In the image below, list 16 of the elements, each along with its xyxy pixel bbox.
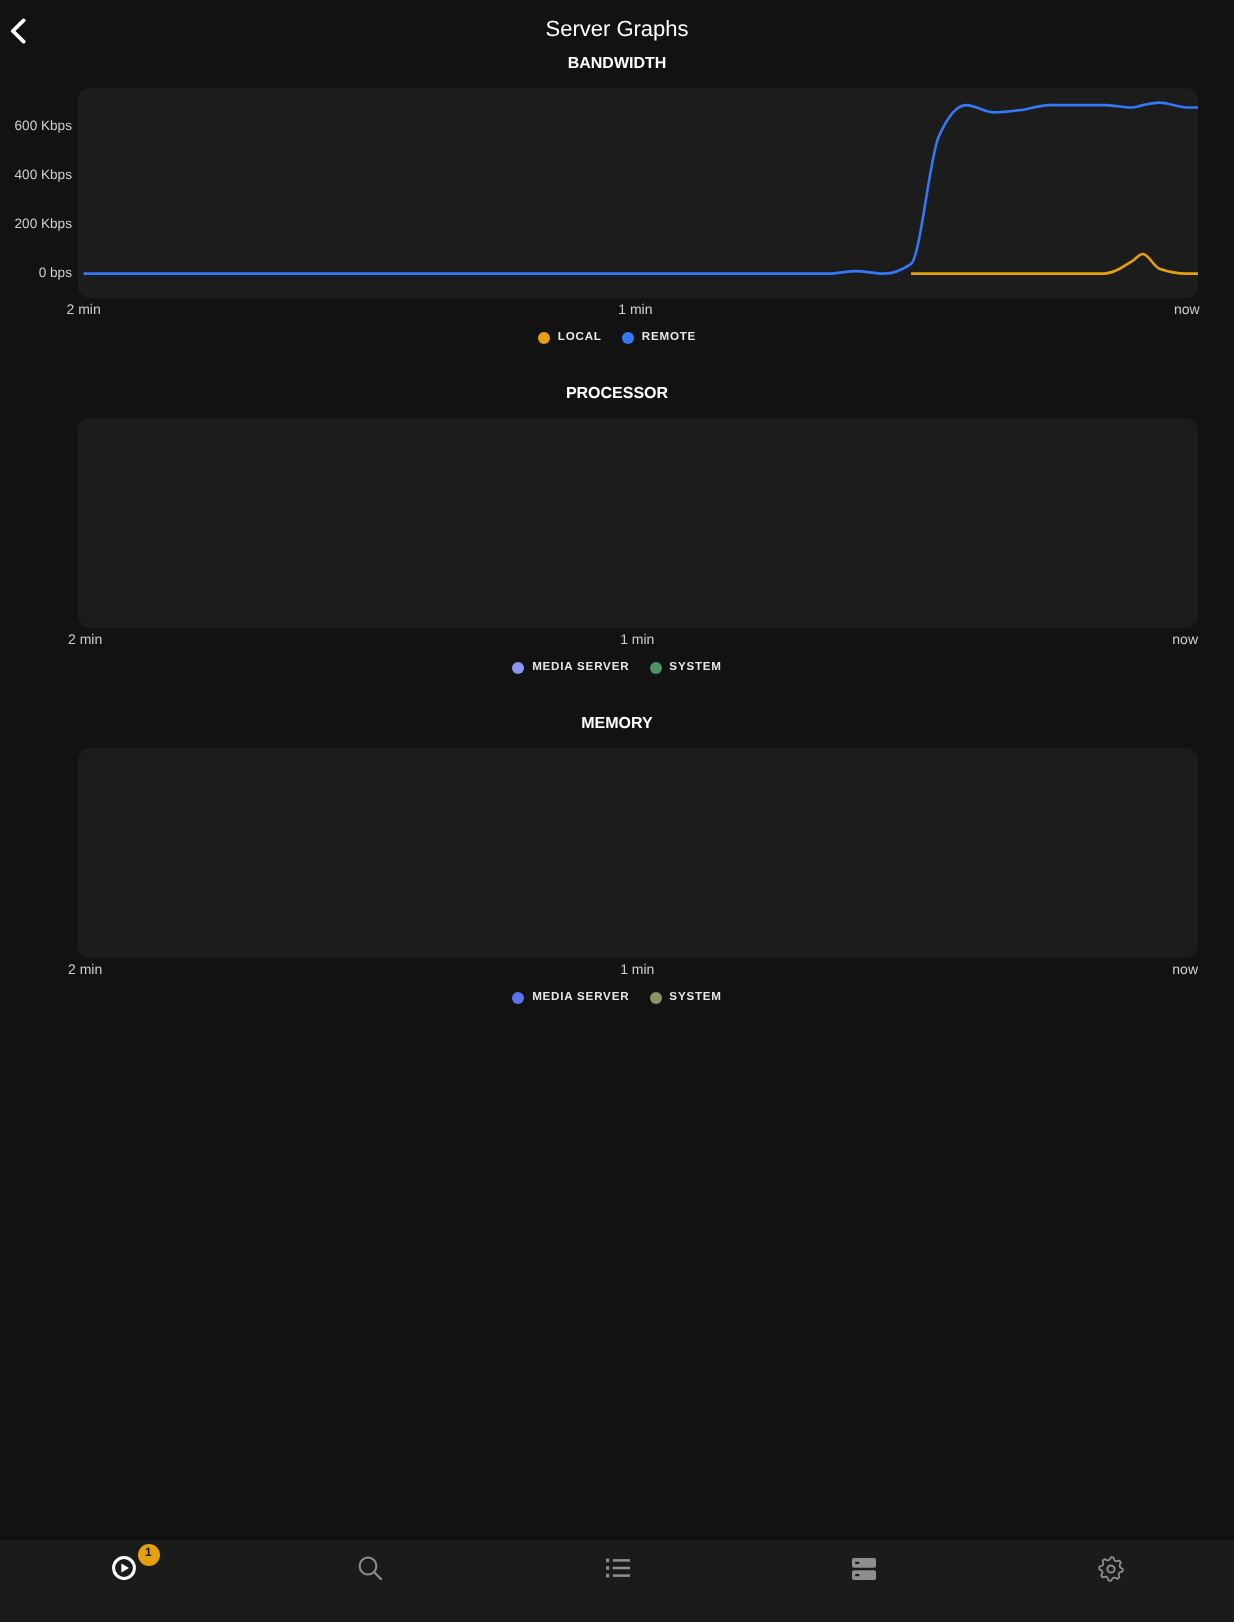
search-icon: [358, 1556, 383, 1580]
search-tab[interactable]: [357, 1556, 384, 1580]
settings-icon: [1097, 1555, 1124, 1581]
back-button[interactable]: [10, 17, 26, 43]
play-circle-icon: [111, 1556, 136, 1580]
list-tab[interactable]: [604, 1556, 631, 1580]
section-title: MEMORY: [581, 712, 653, 736]
settings-tab[interactable]: [1097, 1556, 1124, 1580]
section-title: PROCESSOR: [565, 382, 669, 406]
server-tab[interactable]: [850, 1556, 877, 1580]
section-title: BANDWIDTH: [567, 52, 667, 76]
numbered-list-icon: [605, 1558, 630, 1578]
page-title: Server Graphs: [545, 16, 689, 44]
server-icon: [851, 1557, 876, 1579]
chevron-left-icon: [10, 17, 26, 43]
play-tab[interactable]: [110, 1556, 137, 1580]
